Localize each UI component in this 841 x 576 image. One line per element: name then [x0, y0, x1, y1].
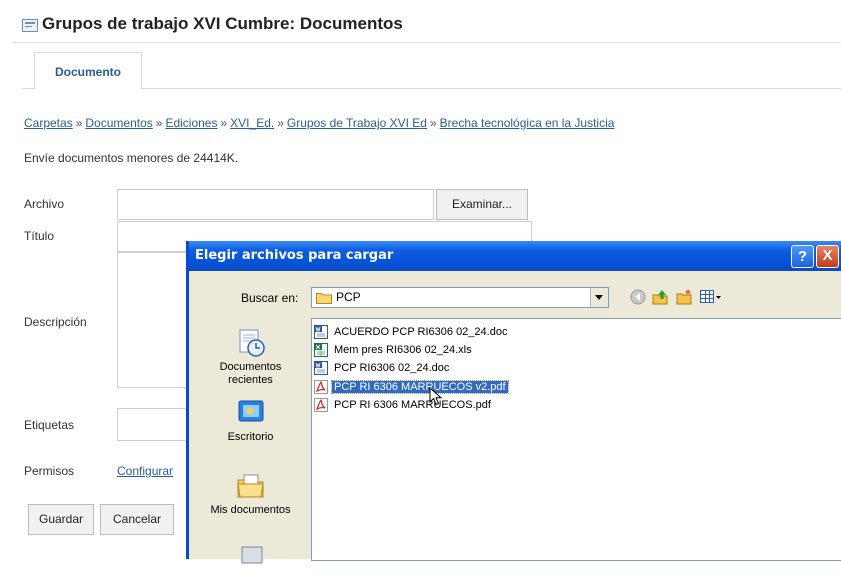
dialog-titlebar[interactable]: Elegir archivos para cargar ? X — [189, 241, 841, 271]
pdf-icon — [314, 380, 328, 394]
etiquetas-input[interactable] — [117, 408, 188, 441]
place-desktop[interactable]: Escritorio — [197, 398, 304, 444]
my-computer-icon — [241, 546, 262, 564]
breadcrumb-separator: » — [75, 116, 83, 130]
file-name: PCP RI 6306 MARRUECOS v2.pdf — [331, 380, 509, 394]
breadcrumb-separator: » — [220, 116, 228, 130]
file-name: Mem pres RI6306 02_24.xls — [334, 344, 472, 356]
descripcion-textarea[interactable] — [117, 252, 188, 388]
recent-documents-icon — [239, 329, 265, 357]
titulo-label: Título — [24, 229, 55, 243]
breadcrumb-brecha-tecnologica[interactable]: Brecha tecnológica en la Justicia — [440, 116, 615, 130]
breadcrumb-grupos-de-trabajo[interactable]: Grupos de Trabajo XVI Ed — [287, 116, 427, 130]
breadcrumb-separator: » — [155, 116, 163, 130]
page-header: Grupos de trabajo XVI Cumbre: Documentos — [12, 8, 841, 43]
archivo-input[interactable] — [117, 189, 434, 220]
back-icon[interactable] — [629, 288, 647, 306]
desktop-icon — [238, 400, 263, 422]
archivo-label: Archivo — [24, 197, 65, 211]
breadcrumb-ediciones[interactable]: Ediciones — [165, 116, 217, 130]
breadcrumb-xvi-ed[interactable]: XVI_Ed. — [230, 116, 274, 130]
word-doc-icon — [314, 325, 328, 339]
place-label: Escritorio — [227, 431, 274, 443]
pdf-icon — [314, 398, 328, 412]
permisos-label: Permisos — [24, 464, 75, 478]
breadcrumb-separator: » — [277, 116, 284, 130]
tab-documento[interactable]: Documento — [34, 52, 142, 90]
breadcrumb-separator: » — [429, 116, 437, 130]
browse-button[interactable]: Examinar... — [436, 189, 528, 220]
lookin-value: PCP — [336, 290, 361, 304]
save-button[interactable]: Guardar — [28, 504, 94, 535]
places-bar: Documentos recientes Escritorio Mis docu… — [197, 318, 304, 564]
descripcion-label: Descripción — [24, 315, 87, 329]
folder-icon — [316, 293, 332, 304]
page-title: Grupos de trabajo XVI Cumbre: Documentos — [42, 14, 403, 33]
size-limit-notice: Envíe documentos menores de 24414K. — [24, 151, 239, 165]
permisos-configure-link[interactable]: Configurar — [117, 464, 186, 478]
place-recent-documents[interactable]: Documentos recientes — [197, 328, 304, 387]
excel-xls-icon — [314, 343, 328, 357]
mouse-cursor-icon — [429, 387, 443, 406]
file-name: PCP RI6306 02_24.doc — [334, 362, 450, 374]
etiquetas-label: Etiquetas — [24, 418, 75, 432]
lookin-label: Buscar en: — [241, 291, 299, 305]
breadcrumb-documentos[interactable]: Documentos — [85, 116, 152, 130]
up-folder-icon[interactable] — [651, 288, 669, 306]
cancel-button[interactable]: Cancelar — [100, 504, 174, 535]
dialog-title: Elegir archivos para cargar — [195, 248, 394, 263]
document-list-icon — [22, 19, 38, 32]
help-button[interactable]: ? — [791, 245, 814, 268]
place-my-computer[interactable] — [197, 543, 304, 576]
tab-bar: Documento — [22, 52, 841, 90]
place-my-documents[interactable]: Mis documentos — [197, 471, 304, 517]
view-menu-icon[interactable] — [699, 288, 723, 306]
place-label: Documentos recientes — [219, 361, 282, 386]
word-doc-icon — [314, 361, 328, 375]
place-label: Mis documentos — [210, 504, 291, 516]
my-documents-icon — [236, 474, 264, 498]
file-list[interactable]: ACUERDO PCP RI6306 02_24.doc Mem pres RI… — [311, 318, 841, 561]
new-folder-icon[interactable] — [675, 288, 693, 306]
file-name: ACUERDO PCP RI6306 02_24.doc — [334, 326, 508, 338]
breadcrumb: Carpetas» Documentos» Ediciones» XVI_Ed.» Gr… — [24, 116, 614, 130]
close-button[interactable]: X — [816, 245, 839, 268]
breadcrumb-carpetas[interactable]: Carpetas — [24, 116, 73, 130]
lookin-select[interactable]: PCP — [311, 287, 609, 308]
chevron-down-icon[interactable] — [590, 288, 608, 307]
file-name: PCP RI 6306 MARRUECOS.pdf — [334, 399, 491, 411]
file-upload-dialog: Elegir archivos para cargar ? X Buscar e… — [186, 241, 841, 564]
